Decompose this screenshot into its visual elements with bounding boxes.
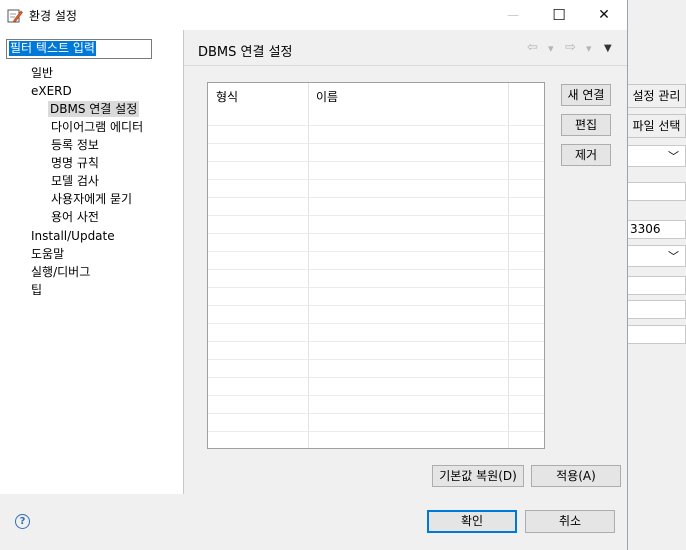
chevron-down-icon: ﹀ (668, 150, 679, 163)
row-line (208, 125, 544, 126)
back-arrow-icon[interactable]: ⇦ (527, 40, 538, 55)
background-field-4[interactable] (627, 325, 686, 344)
tree-item-exerd[interactable]: eXERD (31, 83, 72, 99)
row-line (208, 143, 544, 144)
title-bar: 환경 설정 — ☐ ✕ (0, 0, 627, 30)
column-separator (508, 83, 509, 448)
forward-arrow-icon[interactable]: ⇨ (565, 40, 576, 55)
port-field[interactable]: 3306 (627, 220, 686, 239)
connection-table[interactable]: 형식 이름 (207, 82, 545, 449)
tree-item-tips[interactable]: 팁 (31, 282, 42, 298)
tree-item-run-debug[interactable]: 실행/디버그 (31, 264, 90, 280)
row-line (208, 413, 544, 414)
settings-manage-button[interactable]: 설정 관리 (627, 84, 686, 108)
forward-dropdown-icon[interactable]: ▾ (586, 42, 592, 55)
window-title: 환경 설정 (29, 9, 77, 23)
background-dropdown-2[interactable]: ﹀ (627, 245, 686, 267)
row-line (208, 323, 544, 324)
page-title: DBMS 연결 설정 (198, 45, 293, 60)
ok-button[interactable]: 확인 (427, 510, 517, 533)
row-line (208, 359, 544, 360)
row-line (208, 287, 544, 288)
row-line (208, 395, 544, 396)
row-line (208, 341, 544, 342)
app-edit-icon (7, 9, 23, 23)
chevron-down-icon: ﹀ (668, 250, 679, 263)
row-line (208, 305, 544, 306)
minimize-icon[interactable]: — (490, 0, 536, 30)
tree-item-dbms-connection[interactable]: DBMS 연결 설정 (48, 101, 140, 117)
row-line (208, 179, 544, 180)
background-window (626, 0, 686, 550)
view-menu-icon[interactable]: ▼ (604, 43, 612, 54)
column-separator (308, 83, 309, 448)
row-line (208, 197, 544, 198)
edit-button[interactable]: 편집 (561, 114, 611, 136)
tree-item-diagram-editor[interactable]: 다이어그램 에디터 (51, 119, 143, 135)
preference-tree-panel (0, 30, 184, 494)
remove-button[interactable]: 제거 (561, 144, 611, 166)
row-line (208, 233, 544, 234)
filter-text: 필터 텍스트 입력 (9, 41, 96, 56)
back-dropdown-icon[interactable]: ▾ (548, 42, 554, 55)
row-line (208, 431, 544, 432)
row-line (208, 215, 544, 216)
row-line (208, 251, 544, 252)
column-header-name[interactable]: 이름 (316, 88, 338, 105)
row-line (208, 269, 544, 270)
tree-item-glossary[interactable]: 용어 사전 (51, 209, 99, 225)
close-icon[interactable]: ✕ (581, 0, 627, 30)
tree-item-ask-user[interactable]: 사용자에게 묻기 (51, 191, 132, 207)
file-select-button[interactable]: 파일 선택 (627, 114, 686, 138)
tree-item-model-check[interactable]: 모델 검사 (51, 173, 99, 189)
cancel-button[interactable]: 취소 (525, 510, 615, 533)
new-connection-button[interactable]: 새 연결 (561, 84, 611, 106)
filter-input[interactable]: 필터 텍스트 입력 (6, 39, 152, 59)
tree-item-help[interactable]: 도움말 (31, 246, 64, 262)
tree-item-general[interactable]: 일반 (31, 65, 53, 81)
tree-item-registration[interactable]: 등록 정보 (51, 137, 99, 153)
background-field-1[interactable] (627, 182, 686, 201)
restore-defaults-button[interactable]: 기본값 복원(D) (432, 465, 524, 487)
tree-item-naming-rules[interactable]: 명명 규칙 (51, 155, 99, 171)
column-header-type[interactable]: 형식 (216, 88, 238, 105)
help-icon[interactable]: ? (15, 514, 30, 529)
apply-button[interactable]: 적용(A) (531, 465, 621, 487)
background-dropdown-1[interactable]: ﹀ (627, 145, 686, 167)
tree-item-install-update[interactable]: Install/Update (31, 228, 115, 244)
background-field-3[interactable] (627, 300, 686, 319)
maximize-icon[interactable]: ☐ (536, 0, 582, 30)
background-field-2[interactable] (627, 276, 686, 295)
row-line (208, 377, 544, 378)
row-line (208, 161, 544, 162)
